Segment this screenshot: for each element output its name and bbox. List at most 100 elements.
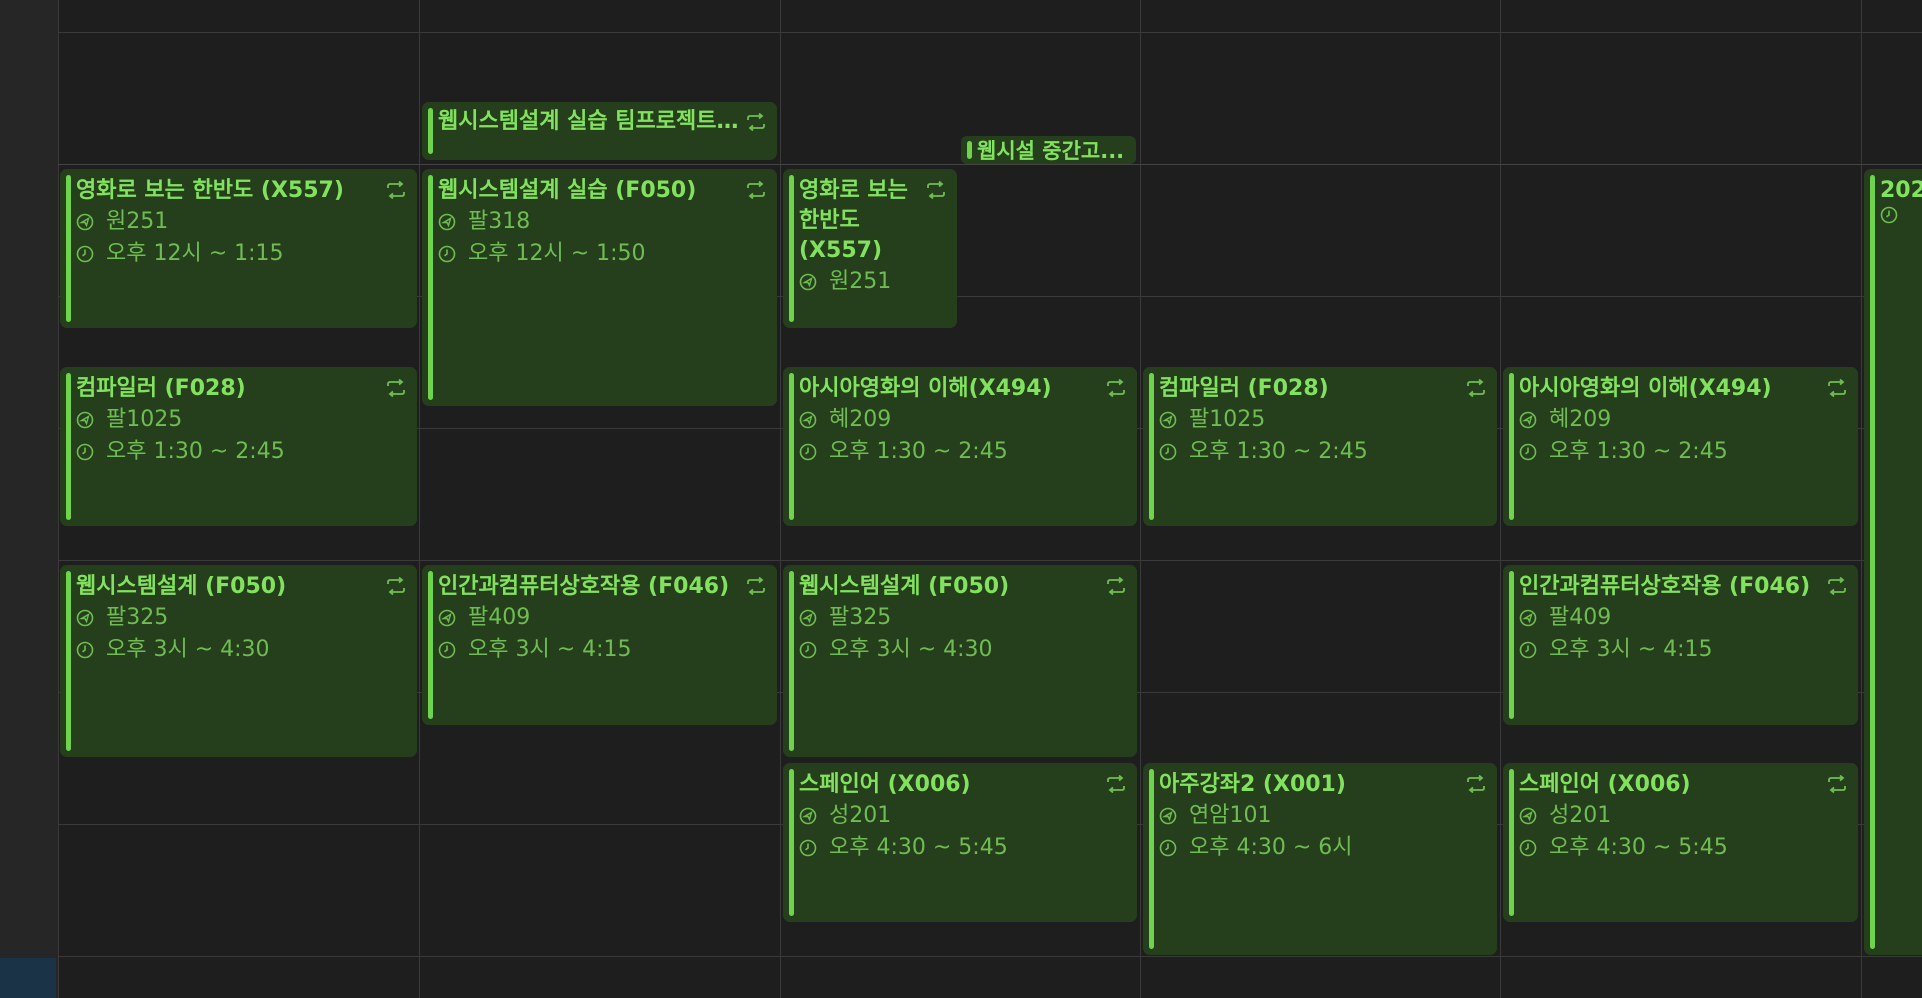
event-time: 오후 1:30 ~ 2:45 — [799, 436, 1101, 468]
event-location: 연암101 — [1159, 800, 1461, 832]
event-time: 오후 4:30 ~ 6시 — [1159, 832, 1461, 864]
location-pin-icon — [76, 213, 94, 231]
location-text: 원251 — [829, 269, 892, 294]
event-title: 웹시스템설계 (F050) — [799, 574, 1010, 599]
day-divider — [1140, 0, 1141, 998]
time-text: 오후 3시 ~ 4:15 — [468, 637, 632, 662]
event-location: 팔1025 — [76, 404, 381, 436]
event-time: 오후 4:30 ~ 5:45 — [1519, 832, 1822, 864]
clock-icon — [1880, 206, 1898, 224]
repeat-icon — [1828, 775, 1846, 793]
event-title: 아시아영화의 이해(X494) — [1519, 376, 1772, 401]
event-time — [1880, 206, 1922, 224]
event-title: 아주강좌2 (X001) — [1159, 772, 1346, 797]
event-wed-websystem[interactable]: 웹시스템설계 (F050) 팔325 오후 3시 ~ 4:30 — [783, 565, 1137, 757]
location-pin-icon — [438, 213, 456, 231]
event-time: 오후 1:30 ~ 2:45 — [1159, 436, 1461, 468]
event-sat-partial[interactable]: 202 — [1864, 169, 1922, 955]
event-mon-websystem[interactable]: 웹시스템설계 (F050) 팔325 오후 3시 ~ 4:30 — [60, 565, 417, 757]
allday-event-tue[interactable]: 웹시스템설계 실습 팀프로젝트... — [422, 102, 777, 160]
time-text: 오후 1:30 ~ 2:45 — [829, 439, 1008, 464]
event-wed-film[interactable]: 영화로 보는 한반도 (X557) 원251 — [783, 169, 957, 328]
event-title: 영화로 보는 한반도 (X557) — [799, 178, 908, 263]
repeat-icon — [1828, 379, 1846, 397]
time-text: 오후 3시 ~ 4:30 — [106, 637, 270, 662]
event-location: 팔318 — [438, 206, 741, 238]
repeat-icon — [927, 181, 945, 199]
location-pin-icon — [1519, 609, 1537, 627]
event-location: 팔409 — [1519, 602, 1822, 634]
event-location: 혜209 — [1519, 404, 1822, 436]
event-mon-compiler[interactable]: 컴파일러 (F028) 팔1025 오후 1:30 ~ 2:45 — [60, 367, 417, 526]
clock-icon — [1519, 641, 1537, 659]
repeat-icon — [1467, 379, 1485, 397]
event-location: 성201 — [1519, 800, 1822, 832]
time-text: 오후 3시 ~ 4:30 — [829, 637, 993, 662]
location-text: 혜209 — [829, 407, 892, 432]
location-text: 성201 — [1549, 803, 1612, 828]
clock-icon — [799, 839, 817, 857]
allday-divider — [58, 164, 1922, 165]
event-time: 오후 3시 ~ 4:15 — [438, 634, 741, 666]
location-pin-icon — [799, 807, 817, 825]
time-text: 오후 4:30 ~ 6시 — [1189, 835, 1353, 860]
location-pin-icon — [1519, 411, 1537, 429]
repeat-icon — [747, 181, 765, 199]
day-divider — [1500, 0, 1501, 998]
repeat-icon — [747, 113, 765, 131]
event-tue-websystem-lab[interactable]: 웹시스템설계 실습 (F050) 팔318 오후 12시 ~ 1:50 — [422, 169, 777, 406]
event-thu-ajou-lecture[interactable]: 아주강좌2 (X001) 연암101 오후 4:30 ~ 6시 — [1143, 763, 1497, 955]
time-text: 오후 12시 ~ 1:50 — [468, 241, 646, 266]
event-time: 오후 12시 ~ 1:50 — [438, 238, 741, 270]
event-location: 원251 — [799, 266, 927, 298]
time-text: 오후 4:30 ~ 5:45 — [829, 835, 1008, 860]
event-mon-film[interactable]: 영화로 보는 한반도 (X557) 원251 오후 12시 ~ 1:15 — [60, 169, 417, 328]
hour-line — [58, 560, 1922, 561]
event-wed-asian-film[interactable]: 아시아영화의 이해(X494) 혜209 오후 1:30 ~ 2:45 — [783, 367, 1137, 526]
event-time: 오후 1:30 ~ 2:45 — [1519, 436, 1822, 468]
event-location: 성201 — [799, 800, 1101, 832]
time-text: 오후 1:30 ~ 2:45 — [106, 439, 285, 464]
clock-icon — [1519, 839, 1537, 857]
repeat-icon — [387, 577, 405, 595]
event-title: 웹시스템설계 (F050) — [76, 574, 287, 599]
location-text: 팔1025 — [106, 407, 183, 432]
event-location: 혜209 — [799, 404, 1101, 436]
event-wed-spanish[interactable]: 스페인어 (X006) 성201 오후 4:30 ~ 5:45 — [783, 763, 1137, 922]
clock-icon — [1159, 443, 1177, 461]
event-time: 오후 1:30 ~ 2:45 — [76, 436, 381, 468]
event-title: 영화로 보는 한반도 (X557) — [76, 178, 344, 203]
clock-icon — [1519, 443, 1537, 461]
day-divider — [58, 0, 59, 998]
clock-icon — [1159, 839, 1177, 857]
clock-icon — [76, 641, 94, 659]
event-title: 컴파일러 (F028) — [1159, 376, 1329, 401]
event-time: 오후 3시 ~ 4:30 — [799, 634, 1101, 666]
event-title: 웹시스템설계 실습 팀프로젝트... — [438, 109, 741, 134]
event-location: 팔325 — [76, 602, 381, 634]
allday-event-wed[interactable]: 웹시설 중간고... — [961, 136, 1136, 164]
location-text: 팔318 — [468, 209, 531, 234]
repeat-icon — [387, 181, 405, 199]
location-pin-icon — [799, 411, 817, 429]
time-text: 오후 3시 ~ 4:15 — [1549, 637, 1713, 662]
event-title: 202 — [1880, 178, 1922, 203]
repeat-icon — [1107, 379, 1125, 397]
event-title: 인간과컴퓨터상호작용 (F046) — [438, 574, 730, 599]
time-text: 오후 4:30 ~ 5:45 — [1549, 835, 1728, 860]
event-fri-hci[interactable]: 인간과컴퓨터상호작용 (F046) 팔409 오후 3시 ~ 4:15 — [1503, 565, 1858, 725]
event-fri-asian-film[interactable]: 아시아영화의 이해(X494) 혜209 오후 1:30 ~ 2:45 — [1503, 367, 1858, 526]
location-text: 혜209 — [1549, 407, 1612, 432]
event-title: 스페인어 (X006) — [1519, 772, 1691, 797]
day-divider — [1861, 0, 1862, 998]
location-text: 팔1025 — [1189, 407, 1266, 432]
event-fri-spanish[interactable]: 스페인어 (X006) 성201 오후 4:30 ~ 5:45 — [1503, 763, 1858, 922]
time-gutter — [0, 0, 58, 998]
location-text: 연암101 — [1189, 803, 1272, 828]
location-pin-icon — [799, 273, 817, 291]
event-tue-hci[interactable]: 인간과컴퓨터상호작용 (F046) 팔409 오후 3시 ~ 4:15 — [422, 565, 777, 725]
event-thu-compiler[interactable]: 컴파일러 (F028) 팔1025 오후 1:30 ~ 2:45 — [1143, 367, 1497, 526]
event-time: 오후 4:30 ~ 5:45 — [799, 832, 1101, 864]
current-time-highlight — [0, 958, 56, 998]
location-text: 원251 — [106, 209, 169, 234]
